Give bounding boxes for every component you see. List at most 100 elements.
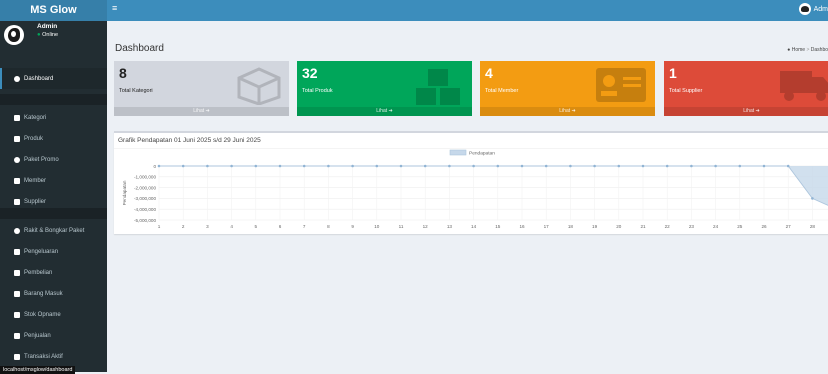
data-point [230,164,233,168]
x-tick-label: 22 [665,224,671,229]
top-header: MS Glow ≡ Adm [0,0,828,21]
download-icon [14,269,20,276]
data-point [375,164,379,168]
x-tick-label: 11 [399,224,404,229]
x-tick-label: 3 [206,224,209,229]
sidebar-toggle-icon[interactable]: ≡ [112,3,117,13]
breadcrumb-separator: > [806,47,810,53]
data-point [690,164,693,168]
cubes-icon [416,69,460,105]
x-tick-label: 16 [519,224,525,229]
stat-more-link[interactable]: Lihat ➜ [480,107,655,116]
sidebar-item-kategori[interactable]: Kategori [0,107,107,128]
x-tick-label: 23 [689,224,695,229]
sidebar-item-rakit-bongkar[interactable]: Rakit & Bongkar Paket [0,220,107,241]
stat-label: Total Supplier [669,88,703,94]
x-tick-label: 14 [471,224,477,229]
sidebar-item-barang-masuk[interactable]: Barang Masuk [0,283,107,304]
y-tick-label: -2,000,000 [134,185,156,190]
cubes-icon [14,135,20,142]
user-panel: Admin ● Online [0,21,107,49]
legend-swatch [449,149,467,156]
chart-title: Grafik Pendapatan 01 Juni 2025 s/d 29 Ju… [118,137,261,144]
cogs-icon [14,227,20,234]
stat-label: Total Produk [302,88,333,94]
sidebar-item-stok-opname[interactable]: Stok Opname [0,304,107,325]
stat-box-supplier: 1 Total Supplier Lihat ➜ [664,61,828,116]
cart-icon [14,353,20,360]
data-point [520,164,524,168]
data-point [641,164,645,168]
sidebar-item-transaksi-aktif[interactable]: Transaksi Aktif [0,346,107,367]
user-menu[interactable]: Adm [798,3,828,15]
x-tick-label: 18 [568,224,574,229]
x-tick-label: 10 [374,224,380,229]
breadcrumb-home[interactable]: Home [792,47,805,53]
stat-box-produk: 32 Total Produk Lihat ➜ [297,61,472,116]
user-name: Admin [37,23,58,30]
sidebar-item-member[interactable]: Member [0,170,107,191]
x-tick-label: 15 [495,224,501,229]
page-title: Dashboard [115,43,164,54]
data-point [617,164,621,168]
sidebar-item-pengeluaran[interactable]: Pengeluaran [0,241,107,262]
y-axis-label: Pendapatan [122,180,127,205]
x-tick-label: 5 [255,224,258,229]
y-tick-label: -1,000,000 [134,175,156,180]
data-point [399,164,403,168]
avatar [4,25,24,45]
x-tick-label: 28 [810,224,816,229]
sidebar-item-penjualan[interactable]: Penjualan [0,325,107,346]
x-tick-label: 27 [786,224,792,229]
x-tick-label: 12 [423,224,429,229]
data-point [472,164,475,168]
data-point [206,164,209,168]
stat-more-link[interactable]: Lihat ➜ [664,107,828,116]
data-point [738,164,742,168]
sidebar-item-dashboard[interactable]: Dashboard [0,68,107,89]
x-tick-label: 19 [592,224,598,229]
sidebar-item-paket-promo[interactable]: Paket Promo [0,149,107,170]
user-avatar-icon [798,3,811,15]
data-point [714,164,717,168]
x-tick-label: 20 [616,224,622,229]
money-icon [14,248,20,255]
sidebar-section-header [0,94,107,105]
data-point [327,164,330,168]
sidebar: Admin ● Online Dashboard Kategori Produk… [0,21,107,372]
revenue-chart-box: Grafik Pendapatan 01 Juni 2025 s/d 29 Ju… [114,131,828,234]
dashboard-icon [14,75,20,82]
x-tick-label: 9 [351,224,354,229]
stat-label: Total Kategori [119,88,153,94]
stat-box-member: 4 Total Member Lihat ➜ [480,61,655,116]
data-point [181,164,185,168]
app-logo[interactable]: MS Glow [0,0,107,21]
status-bar-url: localhost/msglow/dashboard [0,366,76,374]
x-tick-label: 13 [447,224,453,229]
stat-more-link[interactable]: Lihat ➜ [297,107,472,116]
stat-box-kategori: 8 Total Kategori Lihat ➜ [114,61,289,116]
x-tick-label: 24 [713,224,719,229]
sidebar-item-produk[interactable]: Produk [0,128,107,149]
stat-value: 1 [669,65,677,81]
upload-icon [14,332,20,339]
y-tick-label: 0 [153,164,156,169]
stat-more-link[interactable]: Lihat ➜ [114,107,289,116]
online-dot-icon: ● [37,32,41,38]
data-point [665,164,669,168]
data-point [544,164,548,168]
x-tick-label: 21 [640,224,646,229]
data-point [569,164,572,168]
data-point [786,164,790,168]
x-tick-label: 25 [737,224,743,229]
x-tick-label: 2 [182,224,185,229]
y-tick-label: -5,000,000 [134,218,156,223]
sidebar-item-pembelian[interactable]: Pembelian [0,262,107,283]
id-card-icon [14,177,20,184]
x-tick-label: 6 [279,224,282,229]
data-point [254,164,258,168]
stat-value: 4 [485,65,493,81]
truck-icon [780,71,828,101]
id-card-icon [596,68,646,102]
clipboard-icon [14,311,20,318]
